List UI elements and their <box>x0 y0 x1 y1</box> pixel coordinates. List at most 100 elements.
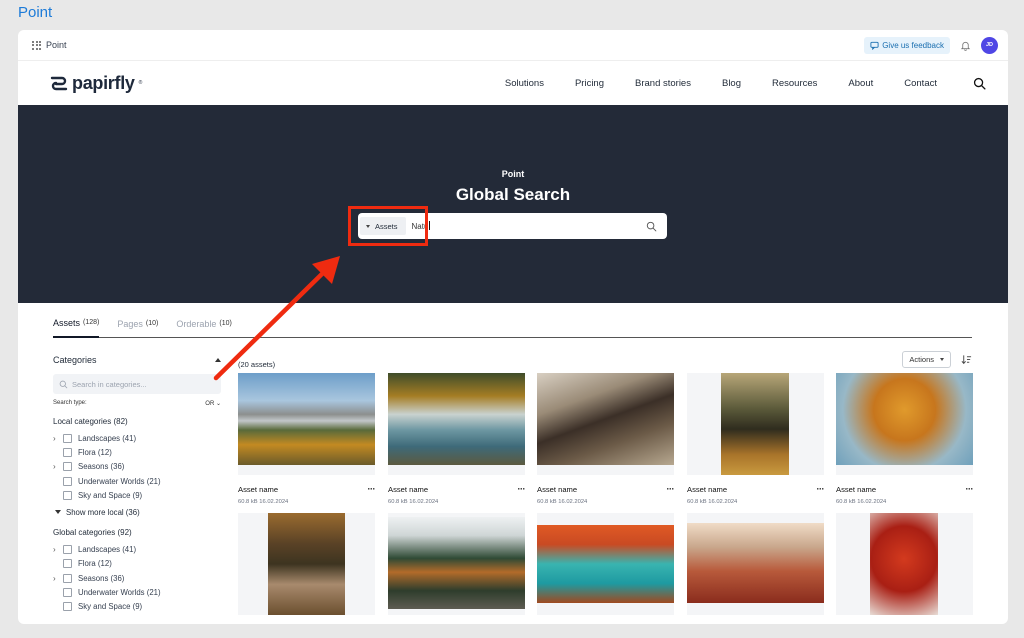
papirfly-logo[interactable]: papirfly ® <box>50 73 142 94</box>
category-checkbox[interactable] <box>63 433 72 443</box>
nav-resources[interactable]: Resources <box>772 78 817 89</box>
asset-thumbnail[interactable] <box>537 373 674 475</box>
local-category-item[interactable]: › Landscapes (41) <box>53 431 221 445</box>
asset-thumbnail[interactable] <box>388 513 525 615</box>
asset-name: Asset name <box>836 484 877 494</box>
avatar[interactable]: JD <box>981 36 998 54</box>
asset-name: Asset name <box>388 484 429 494</box>
local-category-item[interactable]: Underwater Worlds (21) <box>53 474 221 488</box>
more-options-icon[interactable]: ··· <box>966 484 974 494</box>
nav-pricing[interactable]: Pricing <box>575 78 604 89</box>
local-category-item[interactable]: Sky and Space (9) <box>53 488 221 502</box>
more-options-icon[interactable]: ··· <box>667 484 675 494</box>
asset-image <box>721 373 789 475</box>
category-search-placeholder: Search in categories... <box>72 379 147 389</box>
asset-thumbnail[interactable] <box>836 373 973 475</box>
search-type-select[interactable]: OR ⌄ <box>205 400 221 407</box>
asset-thumbnail[interactable] <box>388 373 525 475</box>
category-checkbox[interactable] <box>63 490 72 500</box>
global-category-item[interactable]: › Landscapes (41) <box>53 542 221 556</box>
nav-solutions[interactable]: Solutions <box>505 78 544 89</box>
asset-image <box>388 517 525 609</box>
global-category-item[interactable]: › Seasons (36) <box>53 571 221 585</box>
chevron-right-icon[interactable]: › <box>53 434 63 443</box>
asset-thumbnail[interactable] <box>836 513 973 615</box>
asset-card[interactable]: Asset name··· <box>238 513 375 624</box>
actions-dropdown[interactable]: Actions <box>902 350 951 368</box>
category-checkbox[interactable] <box>63 573 72 583</box>
search-icon[interactable] <box>646 221 657 232</box>
chevron-right-icon[interactable]: › <box>53 462 63 471</box>
chevron-right-icon[interactable]: › <box>53 574 63 583</box>
asset-card[interactable]: Asset name··· <box>687 513 824 624</box>
search-icon <box>59 380 68 388</box>
show-more-local-button[interactable]: Show more local (36) <box>53 504 221 520</box>
asset-card[interactable]: Asset name ··· 60.8 kB 16.02.2024 <box>687 373 824 505</box>
asset-card[interactable]: Asset name ··· 60.8 kB 16.02.2024 <box>537 373 674 505</box>
category-label: Underwater Worlds (21) <box>78 588 161 598</box>
bell-icon[interactable] <box>960 40 971 51</box>
category-label: Seasons (36) <box>78 573 125 583</box>
asset-thumbnail[interactable] <box>238 513 375 615</box>
more-options-icon[interactable]: ··· <box>518 484 526 494</box>
asset-meta: 60.8 kB 16.02.2024 <box>238 499 289 505</box>
result-tabs: Assets (128) Pages (10) Orderable (10) <box>53 310 972 338</box>
local-category-item[interactable]: › Seasons (36) <box>53 460 221 474</box>
category-checkbox[interactable] <box>63 602 72 612</box>
asset-thumbnail[interactable] <box>238 373 375 475</box>
asset-card[interactable]: Asset name ··· 60.8 kB 16.02.2024 <box>388 373 525 505</box>
nav-brand-stories[interactable]: Brand stories <box>635 78 691 89</box>
sort-icon[interactable] <box>961 354 972 365</box>
category-checkbox[interactable] <box>63 462 72 472</box>
category-checkbox[interactable] <box>63 545 72 555</box>
asset-card[interactable]: Asset name ··· 60.8 kB 16.02.2024 <box>836 373 973 505</box>
nav-contact[interactable]: Contact <box>904 78 937 89</box>
asset-meta: 60.8 kB 16.02.2024 <box>836 499 887 505</box>
categories-heading: Categories <box>53 355 97 365</box>
category-search-input[interactable]: Search in categories... <box>53 374 221 394</box>
local-categories-title: Local categories (82) <box>53 417 128 426</box>
asset-name: Asset name <box>537 484 578 494</box>
asset-image <box>238 373 375 465</box>
logo-mark: ® <box>138 80 143 86</box>
search-icon[interactable] <box>973 77 986 90</box>
category-checkbox[interactable] <box>63 559 72 569</box>
site-nav: papirfly ® Solutions Pricing Brand storie… <box>18 61 1008 105</box>
asset-image <box>836 373 973 465</box>
local-category-item[interactable]: Flora (12) <box>53 445 221 459</box>
apps-grid-icon[interactable] <box>32 40 41 50</box>
category-label: Flora (12) <box>78 447 112 457</box>
asset-thumbnail[interactable] <box>687 373 824 475</box>
category-checkbox[interactable] <box>63 476 72 486</box>
feedback-button[interactable]: Give us feedback <box>864 36 950 54</box>
global-category-item[interactable]: Flora (12) <box>53 557 221 571</box>
chevron-right-icon[interactable]: › <box>53 545 63 554</box>
nav-about[interactable]: About <box>848 78 873 89</box>
global-category-item[interactable]: Underwater Worlds (21) <box>53 585 221 599</box>
category-label: Sky and Space (9) <box>78 602 143 612</box>
asset-meta: 60.8 kB 16.02.2024 <box>537 499 588 505</box>
page-title: Point <box>18 4 53 21</box>
tab-assets[interactable]: Assets (128) <box>53 310 100 338</box>
nav-blog[interactable]: Blog <box>722 78 741 89</box>
category-label: Sky and Space (9) <box>78 490 143 500</box>
asset-card[interactable]: Asset name ··· 60.8 kB 16.02.2024 <box>238 373 375 505</box>
more-options-icon[interactable]: ··· <box>817 484 825 494</box>
annotation-highlight-box <box>348 206 428 246</box>
category-label: Underwater Worlds (21) <box>78 476 161 486</box>
asset-card[interactable]: Asset name··· <box>836 513 973 624</box>
feedback-label: Give us feedback <box>882 40 944 50</box>
category-checkbox[interactable] <box>63 588 72 598</box>
asset-thumbnail[interactable] <box>537 513 674 615</box>
hero-subtitle: Point <box>501 169 525 179</box>
categories-header[interactable]: Categories <box>53 350 221 370</box>
more-options-icon[interactable]: ··· <box>368 484 376 494</box>
asset-card[interactable]: Asset name··· <box>537 513 674 624</box>
category-label: Seasons (36) <box>78 462 125 472</box>
asset-card[interactable]: Asset name··· <box>388 513 525 624</box>
global-category-item[interactable]: Sky and Space (9) <box>53 600 221 614</box>
category-checkbox[interactable] <box>63 447 72 457</box>
search-type-label: Search type: <box>53 400 87 406</box>
asset-thumbnail[interactable] <box>687 513 824 615</box>
tab-pages[interactable]: Pages (10) <box>117 310 158 338</box>
